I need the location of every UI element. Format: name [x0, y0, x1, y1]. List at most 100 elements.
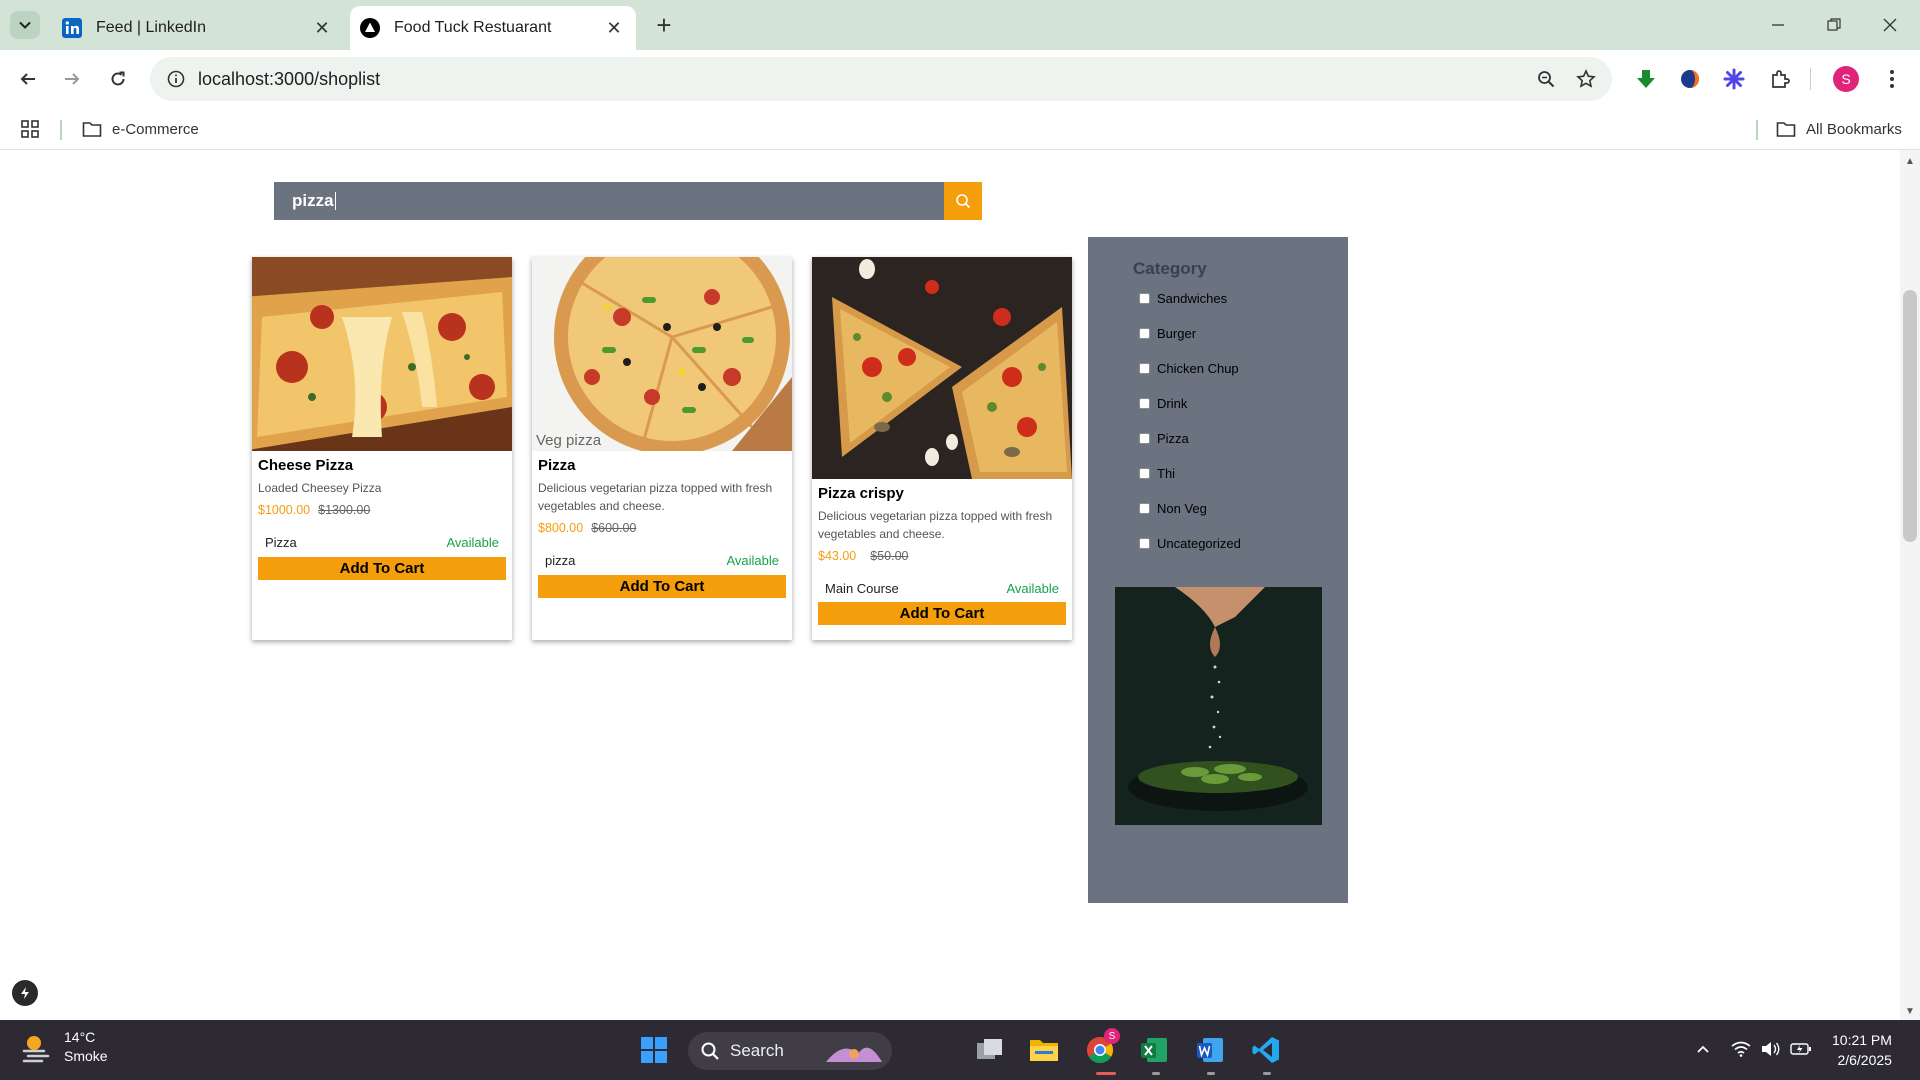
- close-window-button[interactable]: [1868, 8, 1912, 42]
- forward-button[interactable]: [56, 63, 88, 95]
- bookmark-divider: [1756, 120, 1758, 140]
- category-checkbox[interactable]: [1139, 467, 1150, 479]
- product-card[interactable]: Veg pizza Pizza Delicious vegetarian piz…: [532, 257, 792, 640]
- scrollbar-thumb[interactable]: [1903, 290, 1917, 542]
- battery-button[interactable]: [1788, 1036, 1814, 1062]
- category-filter-burger[interactable]: Burger: [1139, 323, 1196, 343]
- zoom-icon[interactable]: [1526, 57, 1566, 101]
- more-vertical-icon: [1890, 70, 1894, 88]
- weather-smoke-icon: [22, 1036, 50, 1063]
- profile-avatar[interactable]: S: [1830, 63, 1862, 95]
- excel-taskbar-button[interactable]: [1136, 1032, 1172, 1068]
- url-text: localhost:3000/shoplist: [198, 68, 381, 89]
- category-filter-sandwiches[interactable]: Sandwiches: [1139, 288, 1227, 308]
- bookmark-star-icon[interactable]: [1566, 57, 1606, 101]
- product-price: $800.00: [538, 521, 584, 535]
- category-filter-non-veg[interactable]: Non Veg: [1139, 498, 1207, 518]
- wifi-button[interactable]: [1728, 1036, 1754, 1062]
- chevron-up-icon: [1697, 1045, 1709, 1053]
- download-extension-icon[interactable]: [1630, 63, 1662, 95]
- tray-overflow-button[interactable]: [1690, 1036, 1716, 1062]
- site-info-icon[interactable]: [154, 57, 198, 101]
- taskbar-search[interactable]: Search: [688, 1032, 892, 1070]
- apps-grid-button[interactable]: [20, 116, 40, 142]
- vscode-taskbar-button[interactable]: [1248, 1032, 1284, 1068]
- extension-orb-icon[interactable]: [1674, 63, 1706, 95]
- add-to-cart-button[interactable]: Add To Cart: [538, 575, 786, 598]
- veg-pizza-image[interactable]: Veg pizza: [532, 257, 792, 451]
- add-to-cart-button[interactable]: Add To Cart: [258, 557, 506, 580]
- category-filter-pizza[interactable]: Pizza: [1139, 428, 1189, 448]
- scroll-down-icon[interactable]: ▼: [1900, 1004, 1920, 1018]
- task-view-button[interactable]: [972, 1032, 1008, 1068]
- windows-logo-icon: [641, 1037, 667, 1063]
- tab-search-button[interactable]: [10, 11, 40, 39]
- product-search-input[interactable]: pizza: [274, 182, 944, 220]
- category-sidebar: Category Sandwiches Burger Chicken Chup …: [1088, 237, 1348, 903]
- category-checkbox[interactable]: [1139, 327, 1150, 339]
- chrome-taskbar-button[interactable]: S: [1082, 1028, 1120, 1068]
- windows-taskbar: 14°C Smoke Search S 10:21 PM 2/6/2025: [0, 1020, 1920, 1080]
- word-running-indicator: [1207, 1072, 1215, 1075]
- weather-widget[interactable]: 14°C Smoke: [20, 1028, 108, 1066]
- bookmark-folder-ecommerce[interactable]: e-Commerce: [82, 116, 199, 142]
- tab-linkedin[interactable]: Feed | LinkedIn ✕: [52, 6, 344, 50]
- vscode-running-indicator: [1263, 1072, 1271, 1075]
- back-button[interactable]: [12, 63, 44, 95]
- all-bookmarks-button[interactable]: All Bookmarks: [1776, 116, 1902, 142]
- product-prices: $43.00 $50.00: [818, 549, 908, 563]
- bookmarks-bar: e-Commerce All Bookmarks: [0, 108, 1920, 150]
- page-scrollbar[interactable]: [1900, 150, 1920, 1020]
- scroll-up-icon[interactable]: ▲: [1900, 154, 1920, 168]
- category-checkbox[interactable]: [1139, 397, 1150, 409]
- tab-food-tuck[interactable]: Food Tuck Restuarant ✕: [350, 6, 636, 50]
- chrome-active-indicator: [1096, 1072, 1116, 1075]
- product-old-price: $600.00: [591, 521, 637, 535]
- product-name[interactable]: Pizza: [538, 457, 576, 474]
- product-card[interactable]: Cheese Pizza Loaded Cheesey Pizza $1000.…: [252, 257, 512, 640]
- category-label: Pizza: [1157, 430, 1189, 446]
- weather-description: Smoke: [64, 1048, 108, 1064]
- category-filter-drink[interactable]: Drink: [1139, 393, 1187, 413]
- extensions-puzzle-icon[interactable]: [1764, 63, 1796, 95]
- pizza-crispy-image[interactable]: [812, 257, 1072, 479]
- category-checkbox[interactable]: [1139, 537, 1150, 549]
- product-description: Delicious vegetarian pizza topped with f…: [818, 509, 1053, 541]
- cheese-pizza-image[interactable]: [252, 257, 512, 451]
- category-filter-chicken-chup[interactable]: Chicken Chup: [1139, 358, 1239, 378]
- category-checkbox[interactable]: [1139, 432, 1150, 444]
- search-button[interactable]: [944, 182, 982, 220]
- category-checkbox[interactable]: [1139, 362, 1150, 374]
- browser-menu-button[interactable]: [1876, 63, 1908, 95]
- minimize-button[interactable]: [1756, 8, 1800, 42]
- search-icon: [956, 194, 971, 209]
- product-name[interactable]: Cheese Pizza: [258, 457, 353, 474]
- close-tab-icon[interactable]: ✕: [310, 16, 334, 40]
- dev-tools-bolt-icon[interactable]: [12, 980, 38, 1006]
- category-checkbox[interactable]: [1139, 502, 1150, 514]
- category-label: Chicken Chup: [1157, 360, 1239, 376]
- extension-sparkle-icon[interactable]: [1718, 63, 1750, 95]
- word-taskbar-button[interactable]: [1192, 1032, 1228, 1068]
- product-category: Pizza: [265, 535, 297, 550]
- category-checkbox[interactable]: [1139, 292, 1150, 304]
- new-tab-button[interactable]: +: [650, 10, 678, 40]
- close-tab-icon[interactable]: ✕: [602, 16, 626, 40]
- reload-button[interactable]: [102, 63, 134, 95]
- file-explorer-button[interactable]: [1026, 1032, 1062, 1068]
- excel-icon: [1141, 1038, 1167, 1062]
- address-bar[interactable]: localhost:3000/shoplist: [150, 57, 1612, 101]
- product-description: Delicious vegetarian pizza topped with f…: [538, 481, 773, 513]
- product-card[interactable]: Pizza crispy Delicious vegetarian pizza …: [812, 257, 1072, 640]
- chrome-profile-badge: S: [1104, 1028, 1120, 1044]
- category-filter-uncategorized[interactable]: Uncategorized: [1139, 533, 1241, 553]
- browser-toolbar: localhost:3000/shoplist S: [0, 50, 1920, 108]
- product-name[interactable]: Pizza crispy: [818, 485, 904, 502]
- add-to-cart-button[interactable]: Add To Cart: [818, 602, 1066, 625]
- category-label: Sandwiches: [1157, 290, 1228, 306]
- start-button[interactable]: [636, 1032, 672, 1068]
- taskbar-clock[interactable]: 10:21 PM 2/6/2025: [1832, 1030, 1892, 1070]
- category-filter-thi[interactable]: Thi: [1139, 463, 1175, 483]
- restore-button[interactable]: [1812, 8, 1856, 42]
- volume-button[interactable]: [1758, 1036, 1784, 1062]
